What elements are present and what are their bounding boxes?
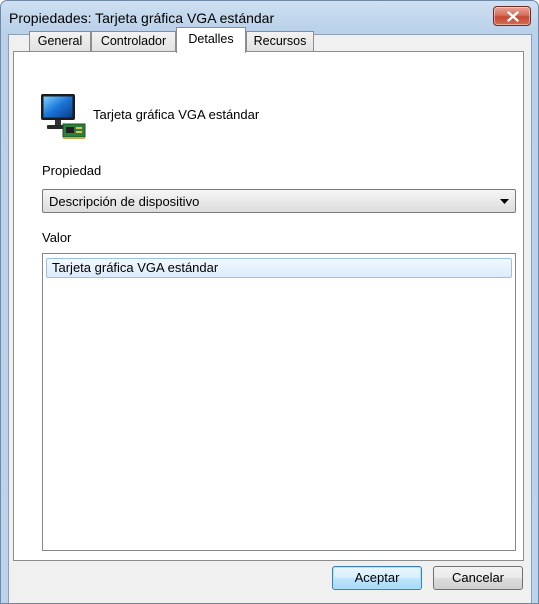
close-button[interactable]	[493, 6, 531, 26]
device-name: Tarjeta gráfica VGA estándar	[93, 107, 260, 122]
title-bar[interactable]: Propiedades: Tarjeta gráfica VGA estánda…	[1, 1, 538, 35]
property-label: Propiedad	[42, 163, 102, 178]
tab-recursos-label: Recursos	[253, 34, 307, 48]
tab-general[interactable]: General	[29, 31, 91, 52]
list-item-text: Tarjeta gráfica VGA estándar	[52, 260, 219, 275]
tab-detalles[interactable]: Detalles	[176, 27, 246, 53]
tab-controlador-label: Controlador	[100, 34, 167, 48]
property-select[interactable]: Descripción de dispositivo	[42, 189, 516, 213]
tab-recursos[interactable]: Recursos	[246, 31, 314, 52]
tab-general-label: General	[37, 34, 83, 48]
ok-button[interactable]: Aceptar	[332, 566, 422, 590]
tab-controlador[interactable]: Controlador	[91, 31, 176, 52]
dropdown-arrow-icon	[500, 199, 509, 204]
tab-detalles-label: Detalles	[188, 32, 234, 46]
display-adapter-icon	[41, 94, 86, 139]
list-item[interactable]: Tarjeta gráfica VGA estándar	[46, 258, 512, 278]
cancel-button[interactable]: Cancelar	[433, 566, 523, 590]
value-label: Valor	[42, 230, 72, 245]
window-title: Propiedades: Tarjeta gráfica VGA estánda…	[9, 10, 275, 26]
value-list[interactable]: Tarjeta gráfica VGA estándar	[42, 253, 516, 551]
close-x-icon	[507, 11, 519, 22]
property-select-value: Descripción de dispositivo	[49, 194, 200, 209]
